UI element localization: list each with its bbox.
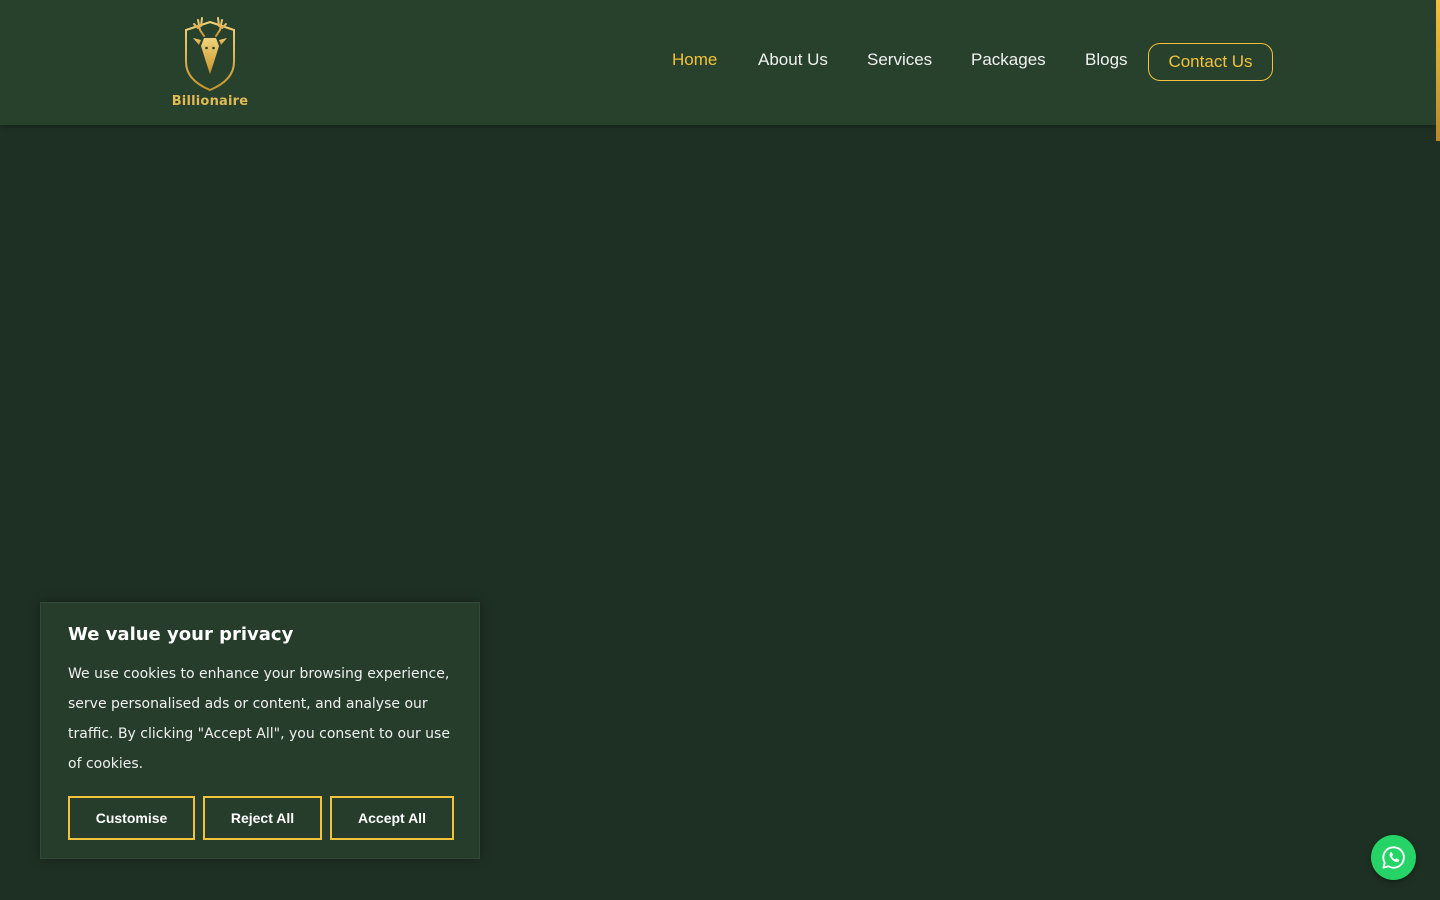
page-scrollbar[interactable] xyxy=(1436,0,1440,900)
nav-item-services[interactable]: Services xyxy=(867,48,932,72)
cookie-consent-banner: We value your privacy We use cookies to … xyxy=(40,602,480,859)
brand-logo[interactable]: Billionaire xyxy=(168,14,252,112)
customise-button[interactable]: Customise xyxy=(68,796,195,840)
site-header: Billionaire Home About Us Services Packa… xyxy=(0,0,1436,125)
accept-all-button[interactable]: Accept All xyxy=(330,796,454,840)
reject-all-button[interactable]: Reject All xyxy=(203,796,322,840)
page: Billionaire Home About Us Services Packa… xyxy=(0,0,1440,900)
contact-us-button[interactable]: Contact Us xyxy=(1148,43,1273,81)
nav-item-about-us[interactable]: About Us xyxy=(758,48,828,72)
whatsapp-chat-button[interactable] xyxy=(1371,835,1416,880)
nav-item-packages[interactable]: Packages xyxy=(971,48,1046,72)
cookie-banner-text: We use cookies to enhance your browsing … xyxy=(68,666,450,772)
cookie-banner-title: We value your privacy xyxy=(68,624,294,645)
nav-item-home[interactable]: Home xyxy=(672,48,717,72)
whatsapp-icon xyxy=(1382,846,1405,869)
stag-head-shield-icon xyxy=(185,17,235,92)
scrollbar-thumb[interactable] xyxy=(1436,0,1440,141)
nav-item-blogs[interactable]: Blogs xyxy=(1085,48,1128,72)
brand-name: Billionaire xyxy=(171,94,249,109)
